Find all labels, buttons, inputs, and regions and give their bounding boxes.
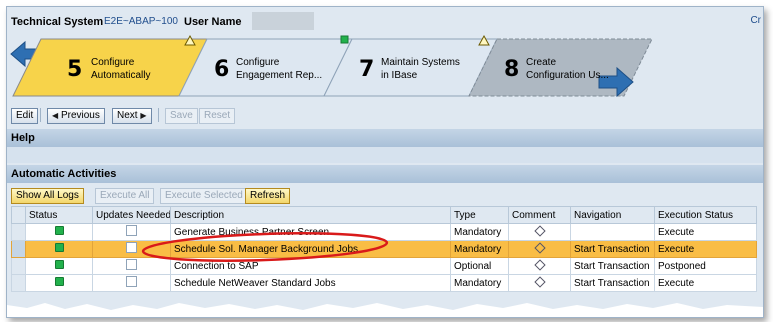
status-cell bbox=[25, 240, 93, 258]
type-cell: Mandatory bbox=[450, 223, 509, 241]
comment-icon[interactable] bbox=[533, 258, 546, 271]
table-row[interactable]: Generate Business Partner Screen Mandato… bbox=[11, 223, 757, 241]
row-selector[interactable] bbox=[11, 223, 26, 241]
row-selector[interactable] bbox=[11, 257, 26, 275]
table-row[interactable]: Schedule NetWeaver Standard Jobs Mandato… bbox=[11, 274, 757, 292]
execution-status-cell[interactable]: Postponed bbox=[654, 257, 757, 275]
execution-status-cell[interactable]: Execute bbox=[654, 240, 757, 258]
table-row[interactable]: Connection to SAP Optional Start Transac… bbox=[11, 257, 757, 275]
description-cell: Connection to SAP bbox=[170, 257, 451, 275]
step-5-label: Configure Automatically bbox=[91, 57, 151, 81]
user-name-label: User Name bbox=[184, 16, 242, 28]
type-cell: Mandatory bbox=[450, 240, 509, 258]
table-header-row: Status Updates Needed Description Type C… bbox=[11, 206, 757, 224]
previous-button[interactable]: ◀ Previous bbox=[47, 108, 105, 124]
header-bar: Technical System E2E~ABAP~100 User Name … bbox=[7, 7, 763, 33]
step-8-label: Create Configuration Us... bbox=[526, 57, 609, 81]
step-6-number: 6 bbox=[214, 57, 230, 82]
edit-button[interactable]: Edit bbox=[11, 108, 39, 124]
next-button[interactable]: Next ▶ bbox=[112, 108, 152, 124]
navigation-cell[interactable]: Start Transaction bbox=[570, 240, 655, 258]
user-name-redacted bbox=[252, 12, 314, 30]
comment-cell bbox=[508, 274, 571, 292]
refresh-button[interactable]: Refresh bbox=[245, 188, 291, 204]
updates-needed-cell bbox=[92, 257, 171, 275]
updates-needed-checkbox[interactable] bbox=[126, 225, 137, 236]
column-header-description[interactable]: Description bbox=[170, 206, 451, 224]
execution-status-cell[interactable]: Execute bbox=[654, 223, 757, 241]
reset-button[interactable]: Reset bbox=[199, 108, 236, 124]
comment-icon[interactable] bbox=[533, 224, 546, 237]
help-content bbox=[7, 147, 763, 163]
row-selector-header[interactable] bbox=[11, 206, 26, 224]
updates-needed-checkbox[interactable] bbox=[126, 242, 137, 253]
step-7-number: 7 bbox=[359, 57, 375, 82]
updates-needed-checkbox[interactable] bbox=[126, 259, 137, 270]
previous-arrow-icon: ◀ bbox=[52, 111, 59, 120]
status-cell bbox=[25, 274, 93, 292]
step-8-number: 8 bbox=[504, 57, 520, 82]
torn-edge bbox=[7, 303, 763, 317]
navigation-cell[interactable] bbox=[570, 223, 655, 241]
status-green-icon bbox=[54, 277, 64, 286]
execute-all-button[interactable]: Execute All bbox=[95, 188, 155, 204]
activities-toolbar: Show All Logs Execute All Execute Select… bbox=[7, 187, 763, 205]
column-header-type[interactable]: Type bbox=[450, 206, 509, 224]
step-roadmap: 5 Configure Automatically 6 Configure Enga… bbox=[7, 34, 763, 97]
type-cell: Optional bbox=[450, 257, 509, 275]
row-selector[interactable] bbox=[11, 274, 26, 292]
column-header-updates-needed[interactable]: Updates Needed bbox=[92, 206, 171, 224]
column-header-execution-status[interactable]: Execution Status bbox=[654, 206, 757, 224]
updates-needed-checkbox[interactable] bbox=[126, 276, 137, 287]
execute-selected-button[interactable]: Execute Selected bbox=[160, 188, 248, 204]
toolbar-divider bbox=[40, 108, 41, 122]
comment-cell bbox=[508, 240, 571, 258]
status-green-icon bbox=[54, 260, 64, 269]
step-6-label: Configure Engagement Rep... bbox=[236, 57, 323, 81]
automatic-activities-header: Automatic Activities bbox=[7, 165, 763, 183]
type-cell: Mandatory bbox=[450, 274, 509, 292]
technical-system-label: Technical System bbox=[11, 16, 104, 28]
updates-needed-cell bbox=[92, 223, 171, 241]
step-7-label: Maintain Systems in IBase bbox=[381, 57, 460, 81]
corner-link[interactable]: Cr bbox=[750, 15, 761, 26]
status-cell bbox=[25, 223, 93, 241]
toolbar-divider bbox=[158, 108, 159, 122]
column-header-navigation[interactable]: Navigation bbox=[570, 206, 655, 224]
ok-status-icon bbox=[340, 35, 349, 44]
description-cell: Generate Business Partner Screen bbox=[170, 223, 451, 241]
updates-needed-cell bbox=[92, 274, 171, 292]
status-cell bbox=[25, 257, 93, 275]
navigation-cell[interactable]: Start Transaction bbox=[570, 257, 655, 275]
next-arrow-small-icon: ▶ bbox=[140, 111, 147, 120]
step-5-number: 5 bbox=[67, 57, 83, 82]
status-green-icon bbox=[54, 243, 64, 252]
status-green-icon bbox=[54, 226, 64, 235]
column-header-comment[interactable]: Comment bbox=[508, 206, 571, 224]
comment-icon[interactable] bbox=[533, 241, 546, 254]
comment-cell bbox=[508, 257, 571, 275]
description-cell: Schedule Sol. Manager Background Jobs bbox=[170, 240, 451, 258]
comment-icon[interactable] bbox=[533, 275, 546, 288]
technical-system-value[interactable]: E2E~ABAP~100 bbox=[104, 16, 178, 27]
save-button[interactable]: Save bbox=[165, 108, 198, 124]
navigation-toolbar: Edit ◀ Previous Next ▶ Save Reset bbox=[7, 104, 763, 126]
sap-window: Technical System E2E~ABAP~100 User Name … bbox=[6, 6, 764, 318]
updates-needed-cell bbox=[92, 240, 171, 258]
comment-cell bbox=[508, 223, 571, 241]
activities-table: Status Updates Needed Description Type C… bbox=[11, 206, 757, 292]
row-selector[interactable] bbox=[11, 240, 26, 258]
column-header-status[interactable]: Status bbox=[25, 206, 93, 224]
description-cell: Schedule NetWeaver Standard Jobs bbox=[170, 274, 451, 292]
table-row-selected[interactable]: Schedule Sol. Manager Background Jobs Ma… bbox=[11, 240, 757, 258]
navigation-cell[interactable]: Start Transaction bbox=[570, 274, 655, 292]
help-header[interactable]: Help bbox=[7, 129, 763, 147]
show-all-logs-button[interactable]: Show All Logs bbox=[11, 188, 84, 204]
execution-status-cell[interactable]: Execute bbox=[654, 274, 757, 292]
